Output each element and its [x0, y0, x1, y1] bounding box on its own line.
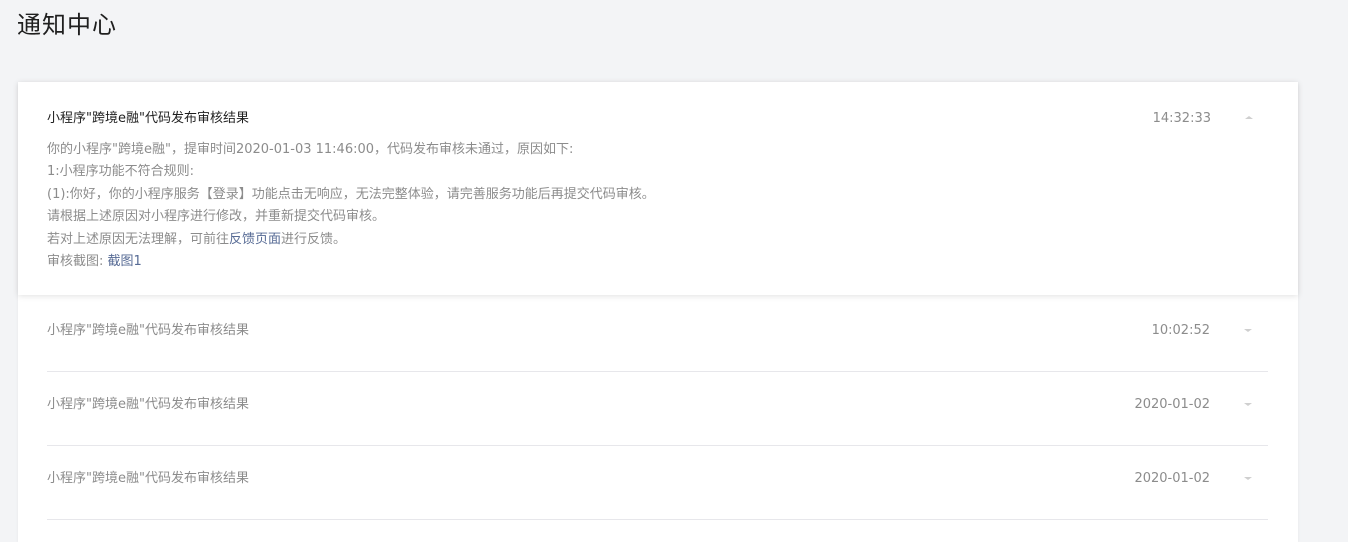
page-title: 通知中心	[17, 11, 117, 39]
body-line: 1:小程序功能不符合规则:	[47, 164, 195, 180]
body-text: 进行反馈。	[281, 231, 347, 247]
chevron-down-icon[interactable]	[1244, 403, 1252, 406]
screenshot-link[interactable]: 截图1	[108, 254, 142, 269]
notification-title[interactable]: 小程序"跨境e融"代码发布审核结果	[47, 110, 249, 128]
body-line: 请根据上述原因对小程序进行修改，并重新提交代码审核。	[47, 209, 386, 225]
notification-time: 2020-01-02	[1134, 471, 1210, 486]
notification-item-expanded[interactable]: 小程序"跨境e融"代码发布审核结果 14:32:33 你的小程序"跨境e融"，提…	[18, 82, 1298, 295]
notification-title[interactable]: 小程序"跨境e融"代码发布审核结果	[47, 470, 249, 488]
chevron-down-icon[interactable]	[1244, 329, 1252, 332]
notification-time: 2020-01-02	[1134, 397, 1210, 412]
notification-item[interactable]: 小程序"跨境e融"代码发布审核结果 2020-01-02	[47, 445, 1268, 520]
body-line: 审核截图: 截图1	[47, 251, 655, 273]
body-line: (1):你好，你的小程序服务【登录】功能点击无响应，无法完整体验，请完善服务功能…	[47, 186, 655, 202]
chevron-down-icon[interactable]	[1244, 477, 1252, 480]
body-line: 你的小程序"跨境e融"，提审时间2020-01-03 11:46:00，代码发布…	[47, 142, 574, 157]
notification-body: 你的小程序"跨境e融"，提审时间2020-01-03 11:46:00，代码发布…	[47, 139, 655, 273]
body-text: 若对上述原因无法理解，可前往	[47, 231, 230, 247]
body-text: 审核截图:	[47, 254, 108, 270]
notification-time: 14:32:33	[1152, 111, 1211, 126]
notification-title[interactable]: 小程序"跨境e融"代码发布审核结果	[47, 322, 249, 340]
notification-time: 10:02:52	[1151, 323, 1210, 338]
chevron-up-icon[interactable]	[1245, 116, 1253, 119]
notification-item[interactable]: 小程序"跨境e融"代码发布审核结果 2020-01-02	[47, 371, 1268, 446]
feedback-page-link[interactable]: 反馈页面	[229, 232, 281, 247]
body-line: 若对上述原因无法理解，可前往反馈页面进行反馈。	[47, 229, 655, 251]
notification-item[interactable]: 小程序"跨境e融"代码发布审核结果 10:02:52	[47, 297, 1268, 372]
notification-list: 小程序"跨境e融"代码发布审核结果 14:32:33 你的小程序"跨境e融"，提…	[18, 82, 1298, 542]
notification-title[interactable]: 小程序"跨境e融"代码发布审核结果	[47, 396, 249, 414]
